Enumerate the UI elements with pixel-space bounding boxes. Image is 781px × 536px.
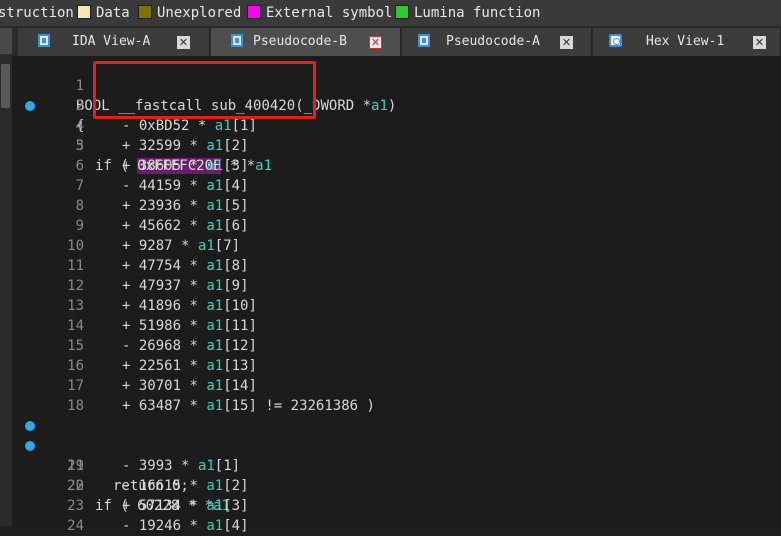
expression-term[interactable]: - 19246 * a1[4]	[122, 516, 249, 536]
expression-term[interactable]: + 30701 * a1[14]	[122, 376, 257, 396]
code-line: 4 - 0xBD52 * a1[1]	[12, 116, 781, 136]
legend-swatch-unexplored	[138, 5, 152, 19]
line-number: 4	[75, 118, 84, 134]
line-number: 6	[75, 158, 84, 174]
expression-term[interactable]: + 38605 * a1[3]	[122, 156, 249, 176]
expression-term[interactable]: + 47754 * a1[8]	[122, 256, 249, 276]
legend-item-instruction: struction	[0, 5, 74, 21]
panel-edge	[0, 28, 12, 54]
scrollbar-thumb[interactable]	[1, 64, 10, 108]
expression-term[interactable]: + 23936 * a1[5]	[122, 196, 249, 216]
line-number: 23	[67, 498, 84, 514]
expression-term[interactable]: - 16615 * a1[2]	[122, 476, 249, 496]
tab-label: Pseudocode-A	[446, 34, 540, 49]
code-line: 11 + 47754 * a1[8]	[12, 256, 781, 276]
pseudocode-icon	[231, 34, 243, 47]
line-number: 8	[75, 198, 84, 214]
red-highlight-box	[93, 61, 316, 119]
breakpoint-marker[interactable]	[25, 101, 35, 111]
code-line: 21 - 3993 * a1[1]	[12, 456, 781, 476]
code-line: 14 + 51986 * a1[11]	[12, 316, 781, 336]
tab-label: IDA View-A	[72, 34, 151, 49]
line-number: 15	[67, 338, 84, 354]
legend-item-lumina: Lumina function	[414, 5, 541, 21]
line-number: 17	[67, 378, 84, 394]
legend-item-data: Data	[96, 5, 130, 21]
close-icon[interactable]: ✕	[177, 36, 190, 49]
line-number: 24	[67, 518, 84, 534]
code-line: 22 - 16615 * a1[2]	[12, 476, 781, 496]
line-number: 10	[67, 238, 84, 254]
code-line: 8 + 23936 * a1[5]	[12, 196, 781, 216]
code-line: 10 + 9287 * a1[7]	[12, 236, 781, 256]
expression-term[interactable]: + 22561 * a1[13]	[122, 356, 257, 376]
line-number: 18	[67, 398, 84, 414]
code-line: 15 - 26968 * a1[12]	[12, 336, 781, 356]
legend-swatch-external	[247, 5, 261, 19]
line-number: 11	[67, 258, 84, 274]
pseudocode-view[interactable]: 1 BOOL __fastcall sub_400420(_DWORD *a1)…	[12, 56, 781, 534]
vertical-scrollbar[interactable]	[0, 56, 12, 526]
code-line: 5 + 32599 * a1[2]	[12, 136, 781, 156]
close-icon[interactable]: ✕	[753, 36, 766, 49]
line-number: 12	[67, 278, 84, 294]
legend-item-external: External symbol	[266, 5, 393, 21]
expression-term[interactable]: + 9287 * a1[7]	[122, 236, 240, 256]
code-line: 7 - 44159 * a1[4]	[12, 176, 781, 196]
expression-term[interactable]: + 57134 * a1[3]	[122, 496, 249, 516]
line-number: 16	[67, 358, 84, 374]
code-line: 20 if ( 60228 * *a1	[12, 436, 781, 514]
line-number: 21	[67, 458, 84, 474]
legend-item-unexplored: Unexplored	[157, 5, 242, 21]
line-number: 7	[75, 178, 84, 194]
pseudocode-icon	[418, 34, 430, 47]
expression-term[interactable]: + 51986 * a1[11]	[122, 316, 257, 336]
legend-swatch-data	[77, 5, 91, 19]
expression-term[interactable]: - 26968 * a1[12]	[122, 336, 257, 356]
tab-ida-view-a[interactable]: IDA View-A ✕	[18, 28, 210, 56]
breakpoint-marker[interactable]	[25, 441, 35, 451]
code-line: 13 + 41896 * a1[10]	[12, 296, 781, 316]
legend-swatch-lumina	[395, 5, 409, 19]
line-number: 9	[75, 218, 84, 234]
expression-term[interactable]: + 32599 * a1[2]	[122, 136, 249, 156]
legend-bar: struction Data Unexplored External symbo…	[0, 0, 781, 26]
code-line: 19 return 0;	[12, 416, 781, 494]
breakpoint-marker[interactable]	[25, 421, 35, 431]
code-line: 12 + 47937 * a1[9]	[12, 276, 781, 296]
line-number: 5	[75, 138, 84, 154]
hex-view-icon	[609, 34, 622, 47]
code-line: 16 + 22561 * a1[13]	[12, 356, 781, 376]
close-icon[interactable]: ✕	[560, 36, 573, 49]
tab-label: Hex View-1	[646, 34, 725, 49]
expression-term[interactable]: + 63487 * a1[15] != 23261386 )	[122, 396, 375, 416]
close-icon[interactable]: ✕	[369, 36, 382, 49]
ida-view-icon	[38, 34, 50, 47]
tab-pseudocode-b[interactable]: Pseudocode-B ✕	[211, 28, 401, 56]
code-line: 17 + 30701 * a1[14]	[12, 376, 781, 396]
tab-pseudocode-a[interactable]: Pseudocode-A ✕	[402, 28, 592, 56]
line-number: 22	[67, 478, 84, 494]
expression-term[interactable]: - 0xBD52 * a1[1]	[122, 116, 257, 136]
tab-bar: IDA View-A ✕ Pseudocode-B ✕ Pseudocode-A…	[0, 26, 781, 57]
code-line: 6 + 38605 * a1[3]	[12, 156, 781, 176]
expression-term[interactable]: + 41896 * a1[10]	[122, 296, 257, 316]
line-number: 13	[67, 298, 84, 314]
code-line: 24 - 19246 * a1[4]	[12, 516, 781, 536]
tab-hex-view-1[interactable]: Hex View-1 ✕	[593, 28, 781, 56]
expression-term[interactable]: + 45662 * a1[6]	[122, 216, 249, 236]
expression-term[interactable]: - 3993 * a1[1]	[122, 456, 240, 476]
code-line: 18 + 63487 * a1[15] != 23261386 )	[12, 396, 781, 416]
line-number: 14	[67, 318, 84, 334]
code-line: 9 + 45662 * a1[6]	[12, 216, 781, 236]
code-line: 23 + 57134 * a1[3]	[12, 496, 781, 516]
expression-term[interactable]: + 47937 * a1[9]	[122, 276, 249, 296]
tab-label: Pseudocode-B	[253, 34, 347, 49]
expression-term[interactable]: - 44159 * a1[4]	[122, 176, 249, 196]
